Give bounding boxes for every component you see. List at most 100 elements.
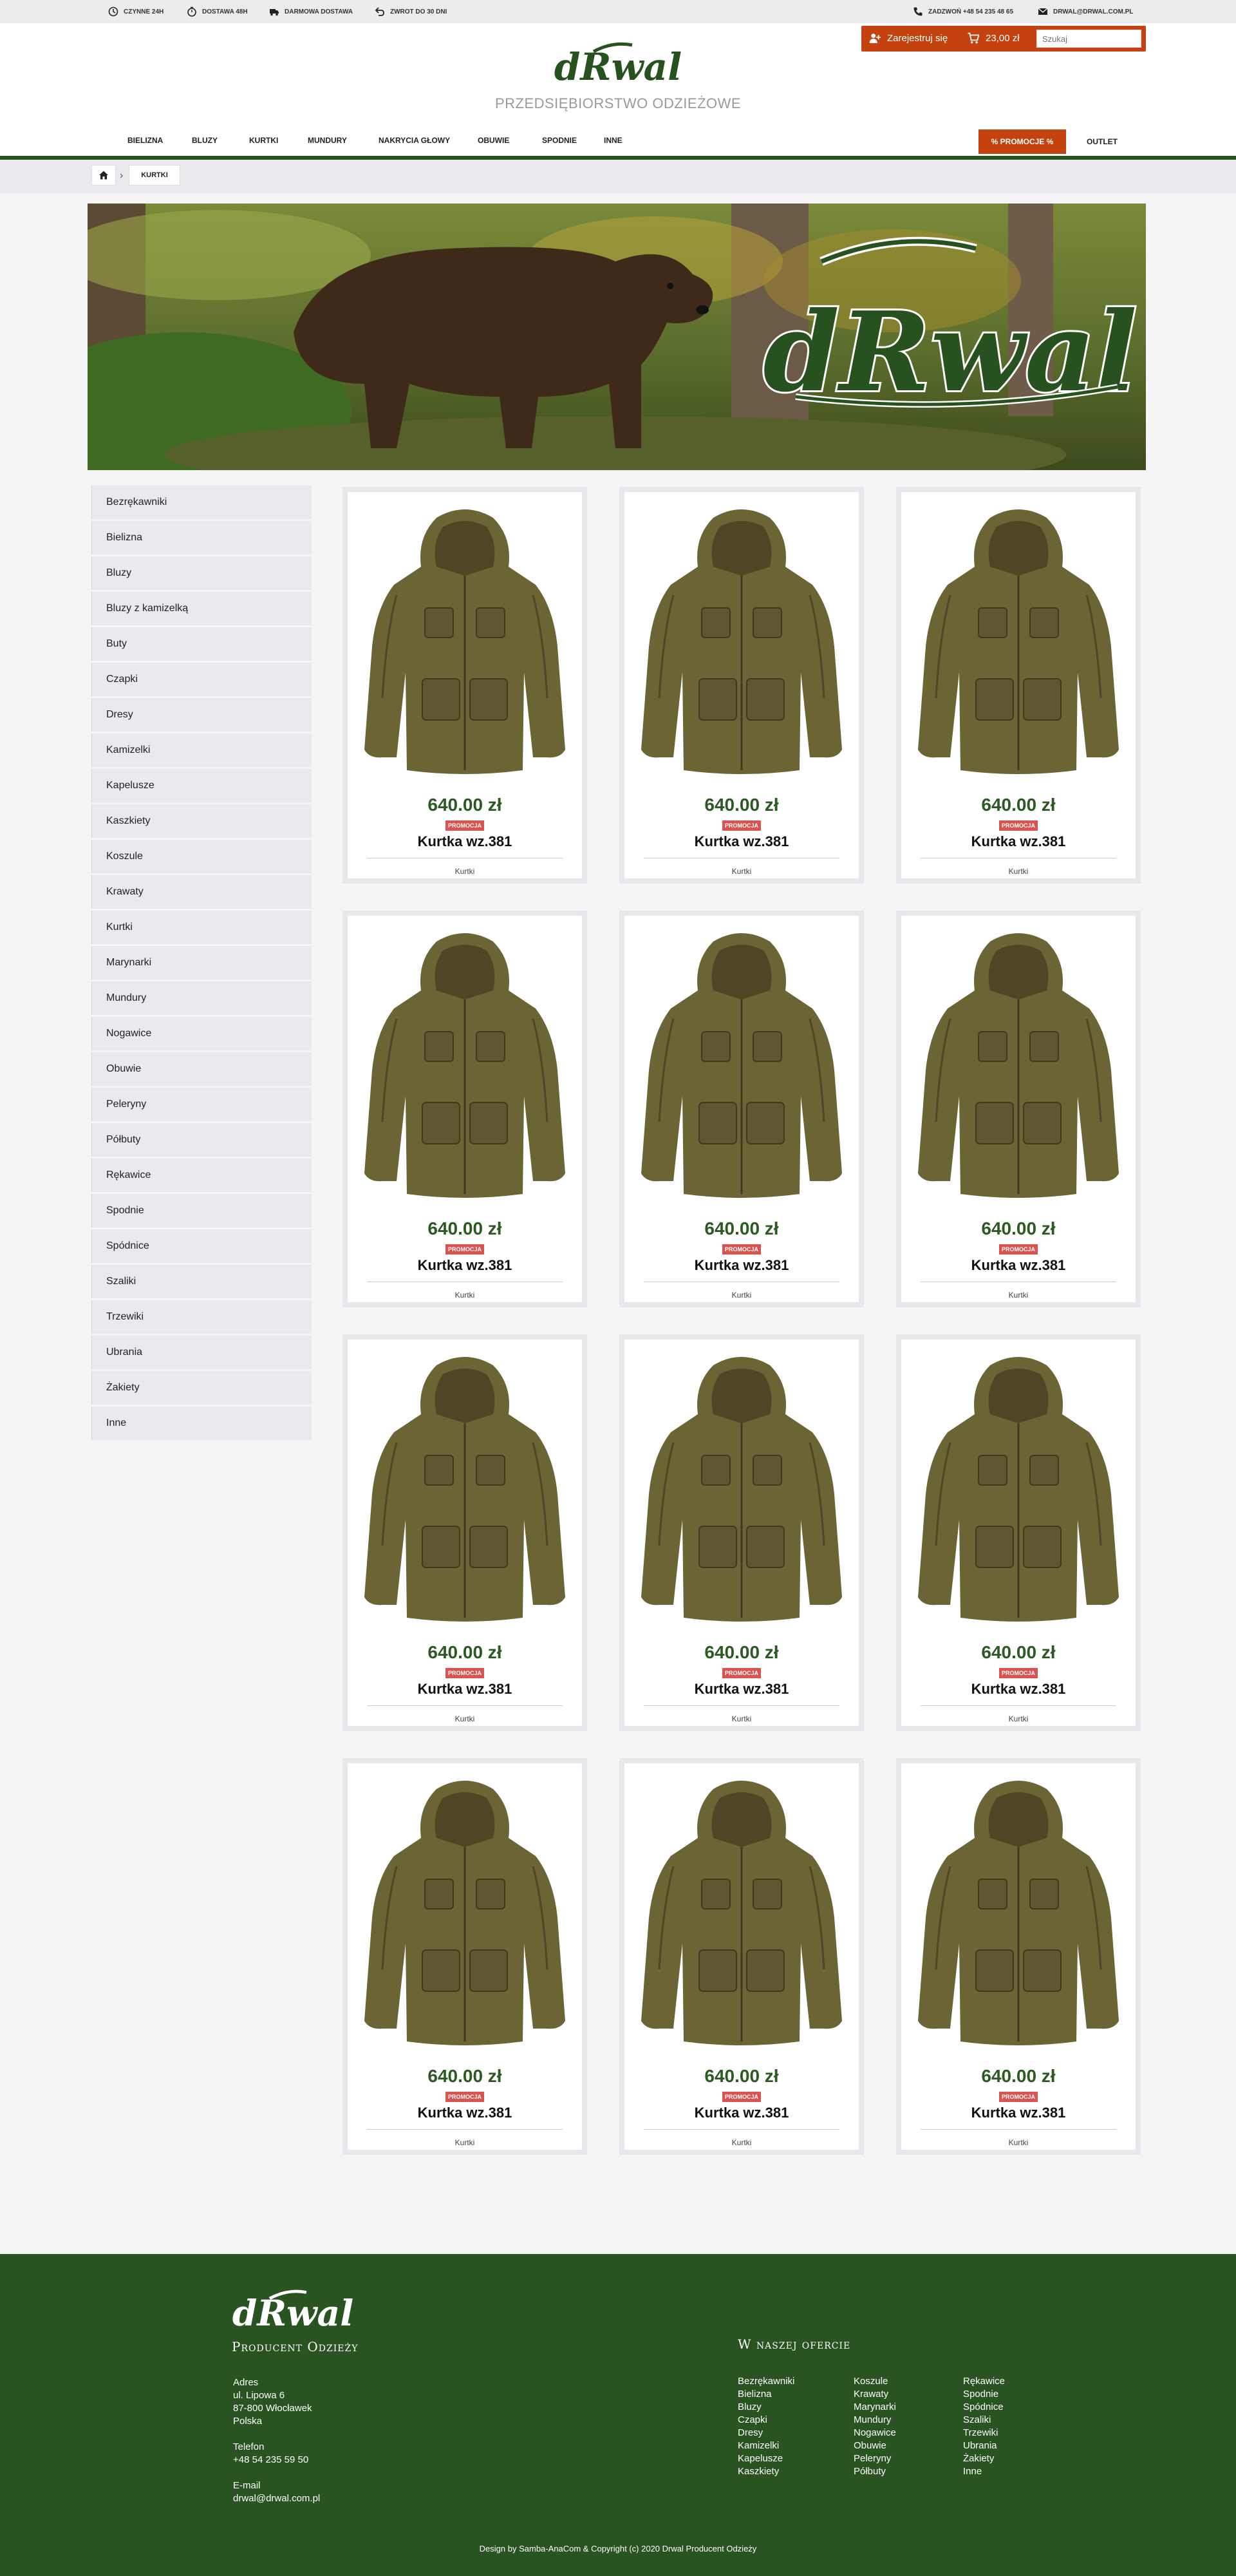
product-category[interactable]: Kurtki [624, 2138, 859, 2147]
product-category[interactable]: Kurtki [624, 1714, 859, 1723]
product-card[interactable]: 640.00 zł PROMOCJA Kurtka wz.381 Kurtki [619, 911, 864, 1307]
product-image[interactable] [914, 505, 1123, 775]
sidebar-item[interactable]: Marynarki [91, 946, 312, 980]
sidebar-item[interactable]: Kapelusze [91, 769, 312, 802]
sidebar-item[interactable]: Bezrękawniki [91, 486, 312, 519]
sidebar-item[interactable]: Kurtki [91, 911, 312, 944]
footer-link[interactable]: Bluzy [738, 2401, 794, 2414]
product-image[interactable] [914, 929, 1123, 1199]
footer-link[interactable]: Obuwie [854, 2439, 896, 2452]
product-card[interactable]: 640.00 zł PROMOCJA Kurtka wz.381 Kurtki [342, 1758, 587, 2155]
sidebar-item[interactable]: Obuwie [91, 1052, 312, 1086]
footer-link[interactable]: Żakiety [963, 2452, 1005, 2465]
footer-link[interactable]: Bezrękawniki [738, 2375, 794, 2388]
product-name[interactable]: Kurtka wz.381 [624, 833, 859, 850]
product-card[interactable]: 640.00 zł PROMOCJA Kurtka wz.381 Kurtki [896, 911, 1141, 1307]
footer-link[interactable]: Marynarki [854, 2401, 896, 2414]
footer-phone[interactable]: +48 54 235 59 50 [233, 2454, 320, 2467]
nav-item-mundury[interactable]: MUNDURY [308, 136, 347, 145]
footer-link[interactable]: Czapki [738, 2414, 794, 2427]
sidebar-item[interactable]: Kaszkiety [91, 804, 312, 838]
product-name[interactable]: Kurtka wz.381 [348, 2105, 582, 2121]
product-name[interactable]: Kurtka wz.381 [624, 1257, 859, 1274]
footer-link[interactable]: Inne [963, 2465, 1005, 2478]
product-category[interactable]: Kurtki [624, 1291, 859, 1300]
product-name[interactable]: Kurtka wz.381 [901, 833, 1136, 850]
sidebar-item[interactable]: Kamizelki [91, 734, 312, 767]
product-name[interactable]: Kurtka wz.381 [348, 1681, 582, 1698]
product-card[interactable]: 640.00 zł PROMOCJA Kurtka wz.381 Kurtki [619, 487, 864, 884]
product-category[interactable]: Kurtki [901, 1714, 1136, 1723]
sidebar-item[interactable]: Rękawice [91, 1159, 312, 1192]
sidebar-item[interactable]: Półbuty [91, 1123, 312, 1157]
product-card[interactable]: 640.00 zł PROMOCJA Kurtka wz.381 Kurtki [619, 1334, 864, 1731]
sidebar-item[interactable]: Buty [91, 627, 312, 661]
nav-item-inne[interactable]: INNE [604, 136, 623, 145]
sidebar-item[interactable]: Trzewiki [91, 1300, 312, 1334]
register-link[interactable]: Zarejestruj się [869, 32, 948, 44]
product-image[interactable] [360, 1352, 569, 1623]
sidebar-item[interactable]: Bluzy [91, 556, 312, 590]
product-name[interactable]: Kurtka wz.381 [901, 1257, 1136, 1274]
product-card[interactable]: 640.00 zł PROMOCJA Kurtka wz.381 Kurtki [619, 1758, 864, 2155]
sidebar-item[interactable]: Nogawice [91, 1017, 312, 1050]
product-category[interactable]: Kurtki [901, 867, 1136, 876]
product-name[interactable]: Kurtka wz.381 [624, 1681, 859, 1698]
sidebar-item[interactable]: Mundury [91, 981, 312, 1015]
footer-link[interactable]: Nogawice [854, 2427, 896, 2439]
footer-link[interactable]: Spódnice [963, 2401, 1005, 2414]
footer-link[interactable]: Koszule [854, 2375, 896, 2388]
footer-link[interactable]: Kaszkiety [738, 2465, 794, 2478]
product-image[interactable] [360, 1776, 569, 2047]
nav-item-nakrycia-glowy[interactable]: NAKRYCIA GŁOWY [379, 136, 450, 145]
footer-link[interactable]: Półbuty [854, 2465, 896, 2478]
product-category[interactable]: Kurtki [348, 2138, 582, 2147]
product-card[interactable]: 640.00 zł PROMOCJA Kurtka wz.381 Kurtki [342, 1334, 587, 1731]
product-category[interactable]: Kurtki [348, 867, 582, 876]
product-category[interactable]: Kurtki [901, 2138, 1136, 2147]
sidebar-item[interactable]: Dresy [91, 698, 312, 732]
product-image[interactable] [637, 505, 846, 775]
product-card[interactable]: 640.00 zł PROMOCJA Kurtka wz.381 Kurtki [342, 911, 587, 1307]
sidebar-item[interactable]: Krawaty [91, 875, 312, 909]
product-category[interactable]: Kurtki [348, 1291, 582, 1300]
nav-promo-button[interactable]: % PROMOCJE % [979, 129, 1066, 154]
product-card[interactable]: 640.00 zł PROMOCJA Kurtka wz.381 Kurtki [896, 487, 1141, 884]
footer-link[interactable]: Szaliki [963, 2414, 1005, 2427]
footer-link[interactable]: Bielizna [738, 2388, 794, 2401]
sidebar-item[interactable]: Bluzy z kamizelką [91, 592, 312, 625]
product-image[interactable] [360, 505, 569, 775]
footer-email[interactable]: drwal@drwal.com.pl [233, 2492, 320, 2505]
footer-logo[interactable]: dRwal [232, 2286, 354, 2338]
footer-link[interactable]: Rękawice [963, 2375, 1005, 2388]
sidebar-item[interactable]: Ubrania [91, 1336, 312, 1369]
search-input[interactable] [1036, 30, 1141, 48]
sidebar-item[interactable]: Czapki [91, 663, 312, 696]
product-card[interactable]: 640.00 zł PROMOCJA Kurtka wz.381 Kurtki [342, 487, 587, 884]
footer-link[interactable]: Dresy [738, 2427, 794, 2439]
nav-item-outlet[interactable]: OUTLET [1087, 137, 1118, 146]
product-name[interactable]: Kurtka wz.381 [348, 833, 582, 850]
sidebar-item[interactable]: Spódnice [91, 1229, 312, 1263]
product-image[interactable] [914, 1352, 1123, 1623]
nav-item-bielizna[interactable]: BIELIZNA [127, 136, 163, 145]
site-logo[interactable] [554, 40, 682, 91]
breadcrumb-home[interactable] [91, 165, 116, 185]
sidebar-item[interactable]: Żakiety [91, 1371, 312, 1405]
sidebar-item[interactable]: Szaliki [91, 1265, 312, 1298]
product-image[interactable] [637, 929, 846, 1199]
product-category[interactable]: Kurtki [624, 867, 859, 876]
nav-item-obuwie[interactable]: OBUWIE [478, 136, 509, 145]
footer-link[interactable]: Mundury [854, 2414, 896, 2427]
sidebar-item[interactable]: Koszule [91, 840, 312, 873]
email-contact[interactable]: DRWAL@DRWAL.COM.PL [1038, 6, 1133, 17]
product-category[interactable]: Kurtki [348, 1714, 582, 1723]
product-image[interactable] [360, 929, 569, 1199]
footer-link[interactable]: Ubrania [963, 2439, 1005, 2452]
product-name[interactable]: Kurtka wz.381 [348, 1257, 582, 1274]
product-name[interactable]: Kurtka wz.381 [624, 2105, 859, 2121]
cart-button[interactable]: 23,00 zł [968, 32, 1020, 44]
product-image[interactable] [637, 1776, 846, 2047]
footer-link[interactable]: Kapelusze [738, 2452, 794, 2465]
nav-item-kurtki[interactable]: KURTKI [249, 136, 278, 145]
